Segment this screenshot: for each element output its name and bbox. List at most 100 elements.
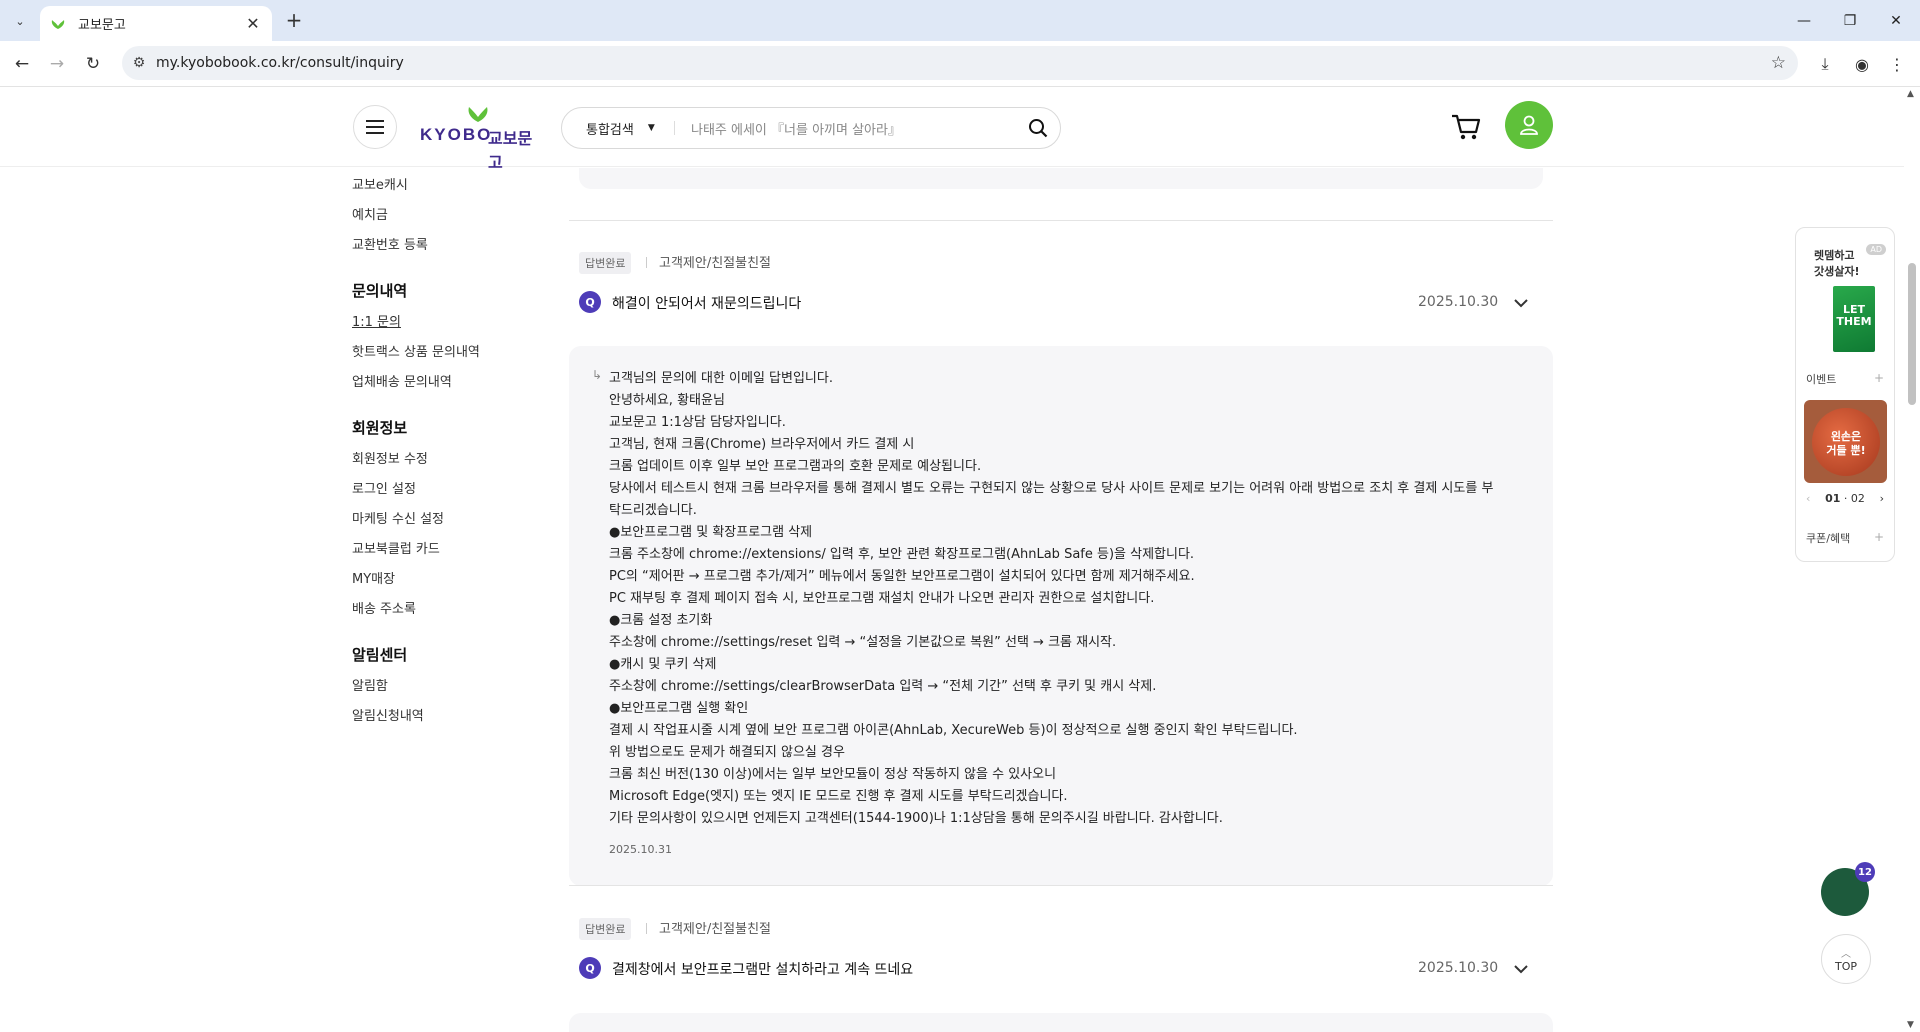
sidebar-item-vendor-inquiry[interactable]: 업체배송 문의내역 bbox=[352, 371, 452, 390]
banner-pager: ‹ 01 · 02 › bbox=[1796, 492, 1894, 505]
coupon-label[interactable]: 쿠폰/혜택 bbox=[1806, 530, 1850, 546]
answer-line: 교보문고 1:1상담 담당자입니다. bbox=[609, 415, 786, 430]
new-tab-button[interactable]: + bbox=[282, 9, 306, 33]
profile-icon[interactable]: ◉ bbox=[1851, 53, 1873, 75]
status-badge: 답변완료 bbox=[579, 252, 632, 274]
answer-line: PC 재부팅 후 결제 페이지 접속 시, 보안프로그램 재설치 안내가 나오면… bbox=[609, 591, 1155, 606]
forward-arrow-icon[interactable]: → bbox=[45, 52, 69, 76]
sidebar-item-edit-member[interactable]: 회원정보 수정 bbox=[352, 448, 428, 467]
tab-search-button[interactable]: ⌄ bbox=[8, 9, 32, 33]
plus-icon[interactable]: + bbox=[1874, 530, 1884, 544]
browser-tab[interactable]: 교보문고 ✕ bbox=[40, 6, 272, 41]
chevron-down-icon[interactable] bbox=[1513, 295, 1529, 311]
search-icon[interactable] bbox=[1016, 118, 1060, 138]
inquiry-title[interactable]: 해결이 안되어서 재문의드립니다 bbox=[612, 293, 801, 313]
event-label[interactable]: 이벤트 bbox=[1806, 371, 1836, 387]
logo-leaf-icon bbox=[468, 107, 488, 122]
sidebar-item-notification-requests[interactable]: 알림신청내역 bbox=[352, 705, 424, 724]
answer-line: 결제 시 작업표시줄 시계 옆에 보안 프로그램 아이콘(AhnLab, Xec… bbox=[609, 723, 1298, 738]
answer-line: Microsoft Edge(엣지) 또는 엣지 IE 모드로 진행 후 결제 … bbox=[609, 789, 1068, 804]
ad-tag: AD bbox=[1866, 244, 1886, 255]
back-arrow-icon[interactable]: ← bbox=[10, 52, 34, 76]
sidebar-item-ecash[interactable]: 교보e캐시 bbox=[352, 174, 408, 193]
page-current: 01 bbox=[1825, 492, 1841, 505]
scrollbar-thumb[interactable] bbox=[1908, 263, 1916, 405]
plus-icon[interactable]: + bbox=[1874, 371, 1884, 385]
answer-box: ↳ 고객님의 문의에 대한 이메일 답변입니다. 안녕하세요, 황태윤님 교보문고 … bbox=[569, 346, 1553, 886]
chatbot-button[interactable]: 12 bbox=[1821, 862, 1875, 916]
answer-line: ●보안프로그램 및 확장프로그램 삭제 bbox=[609, 525, 813, 540]
answer-line: ●캐시 및 쿠키 삭제 bbox=[609, 657, 717, 672]
sidebar-item-marketing[interactable]: 마케팅 수신 설정 bbox=[352, 508, 444, 527]
logo-text-ko: 교보문고 bbox=[488, 129, 533, 172]
cart-icon[interactable] bbox=[1450, 111, 1484, 145]
book-cover-text: THEM bbox=[1836, 315, 1872, 328]
user-profile-button[interactable] bbox=[1505, 101, 1553, 149]
answer-line: 기타 문의사항이 있으시면 언제든지 고객센터(1544-1900)나 1:1상… bbox=[609, 811, 1223, 826]
kyobo-logo[interactable]: KYOBO 교보문고 bbox=[420, 105, 542, 172]
hamburger-menu-icon[interactable] bbox=[353, 105, 397, 149]
sidebar-item-exchange-code[interactable]: 교환번호 등록 bbox=[352, 234, 428, 253]
ad-text-line: 갓생살자! bbox=[1814, 265, 1860, 278]
reply-arrow-icon: ↳ bbox=[592, 368, 603, 382]
sidebar-item-login-settings[interactable]: 로그인 설정 bbox=[352, 478, 416, 497]
sidebar-item-deposit[interactable]: 예치금 bbox=[352, 204, 388, 223]
reload-icon[interactable]: ↻ bbox=[81, 52, 105, 76]
address-bar[interactable]: ⚙ my.kyobobook.co.kr/consult/inquiry ☆ bbox=[122, 46, 1798, 80]
kyobo-favicon-icon bbox=[50, 16, 66, 32]
event-text-line: 왼손은 bbox=[1830, 430, 1862, 443]
event-banner-image[interactable]: 왼손은 거들 뿐! bbox=[1804, 400, 1887, 483]
close-window-button[interactable]: ✕ bbox=[1873, 0, 1919, 41]
ad-book-image[interactable]: LET THEM bbox=[1833, 286, 1875, 352]
chevron-right-icon[interactable]: › bbox=[1880, 492, 1884, 505]
inquiry-category: 고객제안/친절불친절 bbox=[659, 256, 772, 271]
answer-line: 고객님의 문의에 대한 이메일 답변입니다. bbox=[609, 371, 833, 386]
bookmark-star-icon[interactable]: ☆ bbox=[1771, 53, 1786, 73]
tab-close-icon[interactable]: ✕ bbox=[244, 14, 262, 33]
sidebar-item-inbox[interactable]: 알림함 bbox=[352, 675, 388, 694]
minimize-button[interactable]: — bbox=[1781, 0, 1827, 41]
chevron-down-icon[interactable] bbox=[1513, 961, 1529, 977]
answer-line: 크롬 최신 버전(130 이상)에서는 일부 보안모듈이 정상 작동하지 않을 … bbox=[609, 767, 1057, 782]
basketball-image: 왼손은 거들 뿐! bbox=[1812, 408, 1880, 476]
chevron-left-icon[interactable]: ‹ bbox=[1806, 492, 1810, 505]
top-label: TOP bbox=[1834, 960, 1857, 973]
sidebar-item-one-to-one[interactable]: 1:1 문의 bbox=[352, 311, 401, 330]
user-icon bbox=[1520, 115, 1538, 135]
inquiry-title[interactable]: 결제창에서 보안프로그램만 설치하라고 계속 뜨네요 bbox=[612, 959, 913, 979]
answer-line: 위 방법으로도 문제가 해결되지 않으실 경우 bbox=[609, 745, 845, 760]
restore-button[interactable]: ❐ bbox=[1827, 0, 1873, 41]
sidebar-item-bookclub-card[interactable]: 교보북클럽 카드 bbox=[352, 538, 440, 557]
answer-line: 크롬 주소창에 chrome://extensions/ 입력 후, 보안 관련… bbox=[609, 547, 1195, 562]
question-icon: Q bbox=[579, 957, 601, 979]
answer-line: ●보안프로그램 실행 확인 bbox=[609, 701, 749, 716]
answer-line: PC의 “제어판 → 프로그램 추가/제거” 메뉴에서 동일한 보안프로그램이 … bbox=[609, 569, 1195, 584]
status-badge: 답변완료 bbox=[579, 918, 632, 940]
answer-text: 고객님의 문의에 대한 이메일 답변입니다. 안녕하세요, 황태윤님 교보문고 1:… bbox=[609, 368, 1529, 830]
sidebar-heading-member: 회원정보 bbox=[352, 419, 408, 437]
answer-line: 주소창에 chrome://settings/reset 입력 → “설정을 기… bbox=[609, 635, 1117, 650]
answer-line: 고객님, 현재 크롬(Chrome) 브라우저에서 카드 결제 시 bbox=[609, 437, 915, 452]
search-input[interactable]: 나태주 에세이 『너를 아끼며 살아라』 bbox=[675, 119, 1016, 138]
sidebar-item-my-store[interactable]: MY매장 bbox=[352, 568, 395, 587]
sidebar-item-hottracks-inquiry[interactable]: 핫트랙스 상품 문의내역 bbox=[352, 341, 480, 360]
ad-banner[interactable]: 렛뎀하고 갓생살자! bbox=[1814, 248, 1860, 280]
page-scrollbar[interactable]: ▲ ▼ bbox=[1904, 87, 1920, 1032]
scroll-down-arrow-icon[interactable]: ▼ bbox=[1907, 1020, 1914, 1030]
sidebar-heading-notifications: 알림센터 bbox=[352, 646, 408, 664]
page-total: 02 bbox=[1850, 492, 1865, 505]
notification-count-badge: 12 bbox=[1855, 862, 1875, 882]
download-icon[interactable]: ⤓ bbox=[1814, 53, 1836, 75]
browser-menu-icon[interactable]: ⋮ bbox=[1886, 53, 1908, 75]
quick-panel: AD 렛뎀하고 갓생살자! LET THEM 이벤트 + 왼손은 거들 뿐! ‹… bbox=[1795, 227, 1895, 562]
answer-line: 주소창에 chrome://settings/clearBrowserData … bbox=[609, 679, 1157, 694]
page-separator: · bbox=[1840, 492, 1851, 505]
event-text-line: 거들 뿐! bbox=[1826, 444, 1866, 457]
separator bbox=[646, 257, 647, 268]
sidebar-item-address-book[interactable]: 배송 주소록 bbox=[352, 598, 416, 617]
site-info-icon[interactable]: ⚙ bbox=[122, 55, 156, 71]
search-scope-select[interactable]: 통합검색 ▼ bbox=[562, 119, 674, 138]
scroll-up-arrow-icon[interactable]: ▲ bbox=[1907, 89, 1914, 99]
scroll-top-button[interactable]: ︿ TOP bbox=[1821, 934, 1871, 984]
url-text: my.kyobobook.co.kr/consult/inquiry bbox=[156, 55, 404, 71]
